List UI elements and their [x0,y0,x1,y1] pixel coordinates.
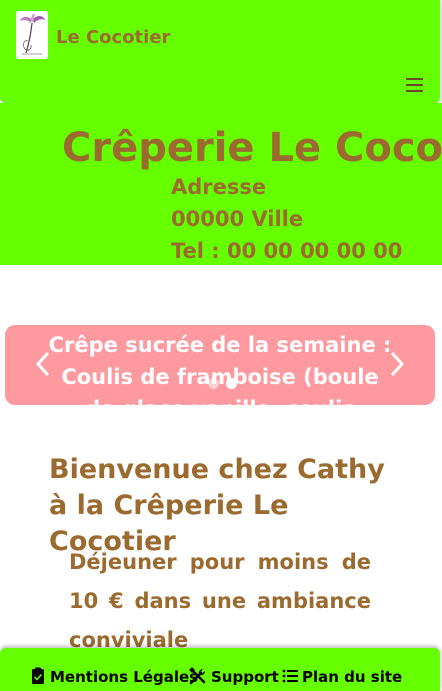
menu-bar [406,90,423,92]
brand-name[interactable]: Le Cocotier [56,27,170,48]
phone-line: Tel : 00 00 00 00 00 [171,239,403,263]
footer-bar: Mentions Légales Support Plan du site [0,648,440,691]
hamburger-menu-icon[interactable] [402,73,428,95]
address-line: Adresse [171,175,267,199]
carousel-dot-2[interactable] [226,378,237,389]
chevron-left-icon[interactable] [31,349,55,379]
chevron-right-icon[interactable] [385,349,409,379]
specials-carousel: Crêpe sucrée de la semaine : Coulis de f… [5,325,435,405]
intro-paragraph: Déjeuner pour moins de 10 € dans une amb… [69,550,371,652]
menu-bar [406,84,423,86]
footer-link-label: Support [211,668,279,686]
palm-tree-logo-icon[interactable] [16,11,48,59]
clipboard-check-icon [32,667,44,684]
list-icon [282,669,298,683]
carousel-slide-text: Crêpe sucrée de la semaine : Coulis de f… [48,333,392,405]
city-line: 00000 Ville [171,207,304,231]
hero-banner: Crêperie Le Cocotier Adresse 00000 Ville… [0,103,442,265]
carousel-dot-1[interactable] [208,378,219,389]
menu-bar [406,78,423,80]
footer-link-label: Plan du site [302,668,403,686]
navbar: Le Cocotier [0,0,441,103]
footer-link-mentions-legales[interactable]: Mentions Légales [30,666,198,688]
page-title: Crêperie Le Cocotier [62,125,442,171]
tools-icon [189,667,206,685]
footer-link-plan-du-site[interactable]: Plan du site [282,666,402,688]
footer-link-label: Mentions Légales [50,668,199,686]
footer-link-support[interactable]: Support [189,666,279,688]
